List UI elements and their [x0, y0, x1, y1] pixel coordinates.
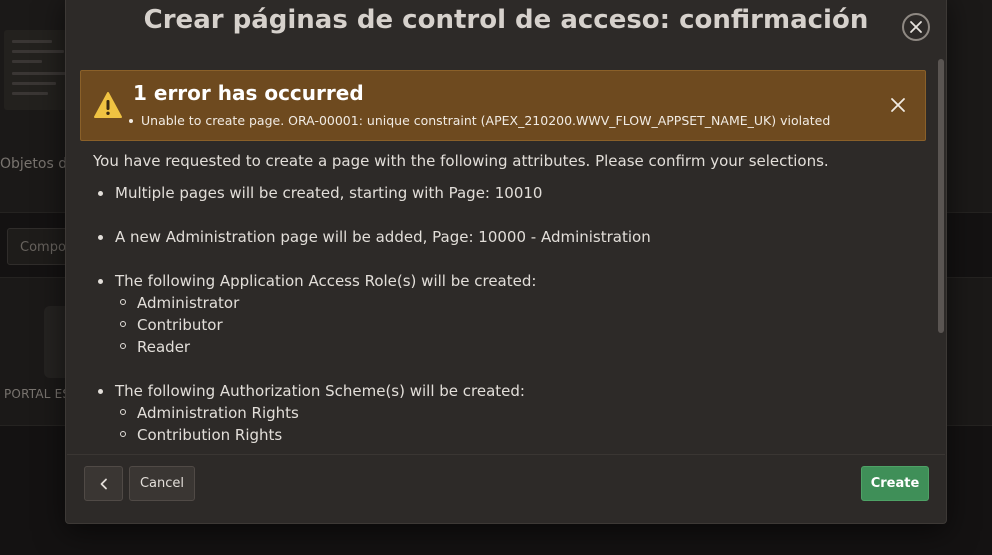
confirmation-intro: You have requested to create a page with…	[93, 152, 829, 170]
list-item-text: Multiple pages will be created, starting…	[115, 184, 543, 202]
role-item: Contributor	[115, 314, 913, 336]
back-button[interactable]	[84, 466, 123, 501]
cancel-button[interactable]: Cancel	[129, 466, 195, 501]
warning-icon	[94, 92, 122, 118]
list-item: Multiple pages will be created, starting…	[93, 182, 913, 204]
role-list: Administrator Contributor Reader	[115, 292, 913, 358]
list-item-text: The following Application Access Role(s)…	[115, 272, 537, 290]
list-item-text: The following Authorization Scheme(s) wi…	[115, 382, 525, 400]
close-icon	[910, 21, 922, 33]
dialog-footer: Cancel Create	[67, 454, 945, 524]
list-item: The following Authorization Scheme(s) wi…	[93, 380, 913, 446]
role-item: Reader	[115, 336, 913, 358]
role-item: Administrator	[115, 292, 913, 314]
dialog-body: 1 error has occurred Unable to create pa…	[67, 55, 937, 448]
list-item: The following Application Access Role(s)…	[93, 270, 913, 358]
list-item-text: A new Administration page will be added,…	[115, 228, 651, 246]
alert-message: Unable to create page. ORA-00001: unique…	[128, 113, 831, 128]
dialog-close-button[interactable]	[902, 13, 930, 41]
attribute-list: Multiple pages will be created, starting…	[93, 182, 913, 448]
dialog-scrollbar[interactable]	[938, 59, 944, 333]
scheme-item: Administration Rights	[115, 402, 913, 424]
chevron-left-icon	[100, 478, 107, 489]
scheme-item: Contribution Rights	[115, 424, 913, 446]
alert-close-icon[interactable]	[889, 96, 907, 114]
confirmation-dialog: Crear páginas de control de acceso: conf…	[65, 0, 947, 524]
authorization-scheme-list: Administration Rights Contribution Right…	[115, 402, 913, 446]
list-item: A new Administration page will be added,…	[93, 226, 913, 248]
dialog-title: Crear páginas de control de acceso: conf…	[143, 5, 869, 35]
create-button[interactable]: Create	[861, 466, 929, 501]
error-alert: 1 error has occurred Unable to create pa…	[80, 70, 926, 141]
alert-heading: 1 error has occurred	[133, 81, 364, 105]
